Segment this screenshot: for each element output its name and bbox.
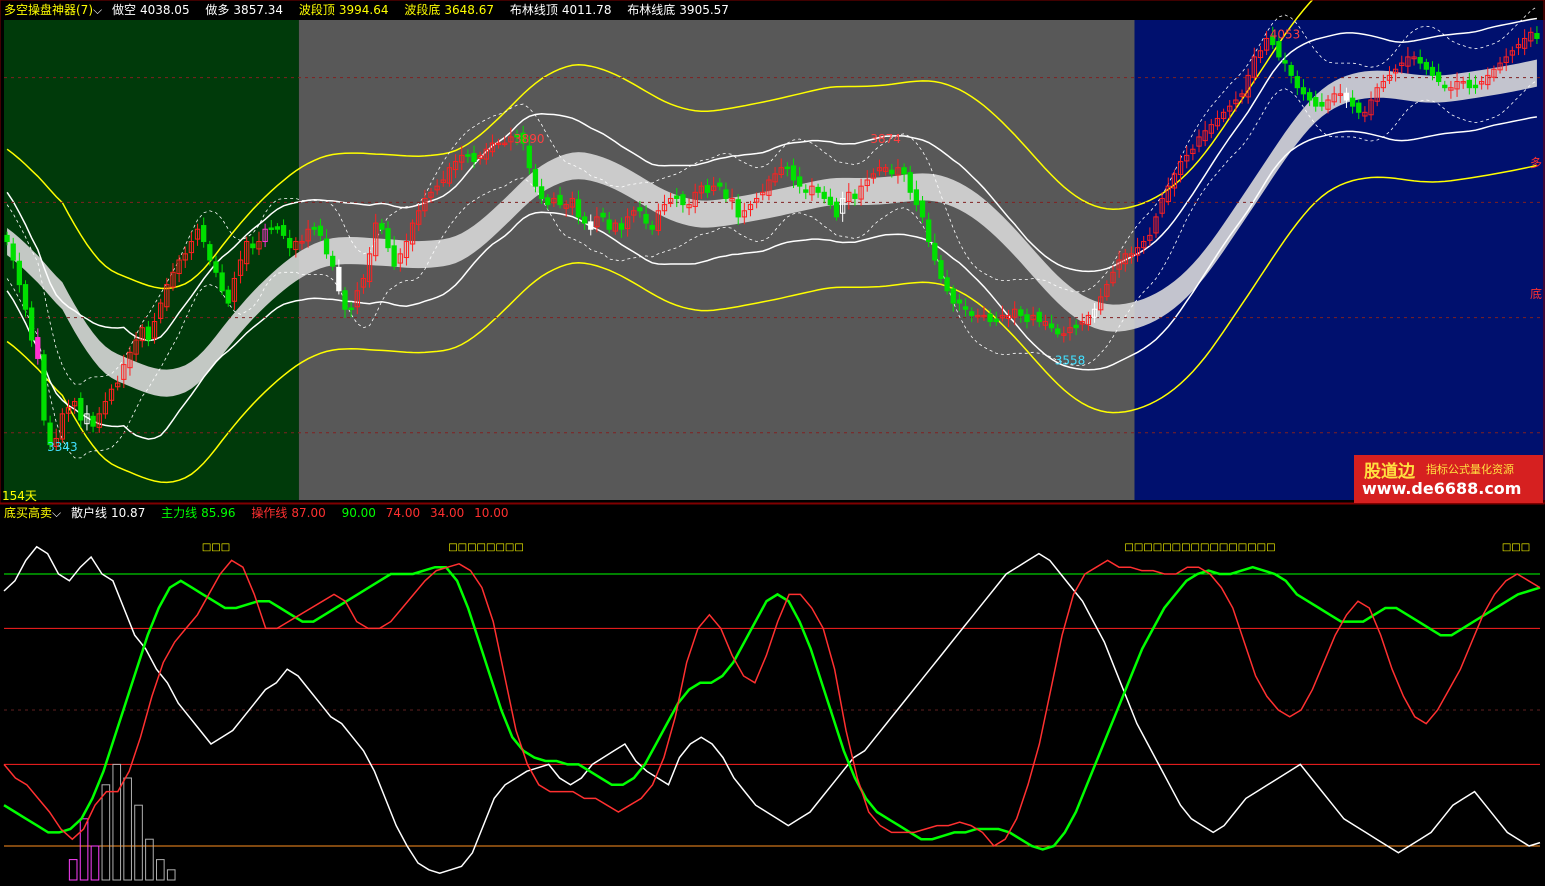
label-ref-74: 74.00	[385, 506, 421, 520]
label-ref-34: 34.00	[429, 506, 465, 520]
top-marker-2: □□□□□□□□□□□□□□□□	[1124, 542, 1275, 553]
label-operate: 操作线 87.00	[251, 506, 326, 520]
volume-bar	[123, 777, 132, 881]
right-marker-top: 多	[1530, 156, 1543, 170]
label-ref-90: 90.00	[341, 506, 376, 520]
label-wave-bottom: 波段底 3648.67	[404, 3, 494, 17]
watermark-url: www.de6688.com	[1362, 479, 1522, 498]
watermark-slogan: 指标公式量化资源	[1426, 463, 1514, 476]
label-boll-top: 布林线顶 4011.78	[509, 3, 612, 17]
indicator-name[interactable]: 多空操盘神器(7)	[4, 3, 93, 17]
series-line-1	[3, 565, 1541, 851]
lower-header: 底买高卖⌵ 散户线 10.87 主力线 85.96 操作线 87.00 90.00 7…	[4, 505, 514, 521]
indicator-name-lower[interactable]: 底买高卖	[4, 506, 52, 520]
watermark-banner: 股道边 指标公式量化资源 www.de6688.com	[1354, 455, 1543, 503]
volume-bar	[68, 859, 78, 881]
stock-chart-window: { "upper_panel": { "indicator_name": "多空…	[0, 0, 1545, 886]
label-retail: 散户线 10.87	[70, 506, 146, 520]
label-wave-top: 波段顶 3994.64	[298, 3, 389, 17]
volume-bar	[90, 845, 100, 881]
top-marker-1: □□□□□□□□	[448, 542, 524, 553]
label-boll-bottom: 布林线底 3905.57	[627, 3, 729, 17]
volume-bar	[134, 804, 143, 881]
dibuy-gaosell-indicator-chart: □□□ □□□□□□□□ □□□□□□□□□□□□□□□□ □□□	[3, 542, 1541, 881]
chevron-down-icon[interactable]: ⌵	[93, 3, 102, 17]
volume-bar	[101, 784, 111, 881]
label-ref-10: 10.00	[474, 506, 509, 520]
volume-bar	[112, 763, 122, 881]
days-label: 154天	[2, 489, 37, 503]
volume-bar	[156, 859, 165, 881]
label-short: 做空 4038.05	[111, 3, 190, 17]
right-marker-bottom: 底	[1530, 287, 1543, 301]
top-marker-0: □□□	[202, 542, 230, 553]
volume-bar	[166, 869, 176, 881]
label-main: 主力线 85.96	[161, 506, 236, 520]
label-long: 做多 3857.34	[205, 3, 284, 17]
chevron-down-icon[interactable]: ⌵	[52, 506, 61, 520]
series-line-0	[3, 545, 1541, 874]
top-marker-3: □□□	[1502, 542, 1530, 553]
volume-bar	[145, 838, 154, 881]
upper-header: 多空操盘神器(7)⌵ 做空 4038.05 做多 3857.34 波段顶 3994.6…	[4, 2, 741, 18]
